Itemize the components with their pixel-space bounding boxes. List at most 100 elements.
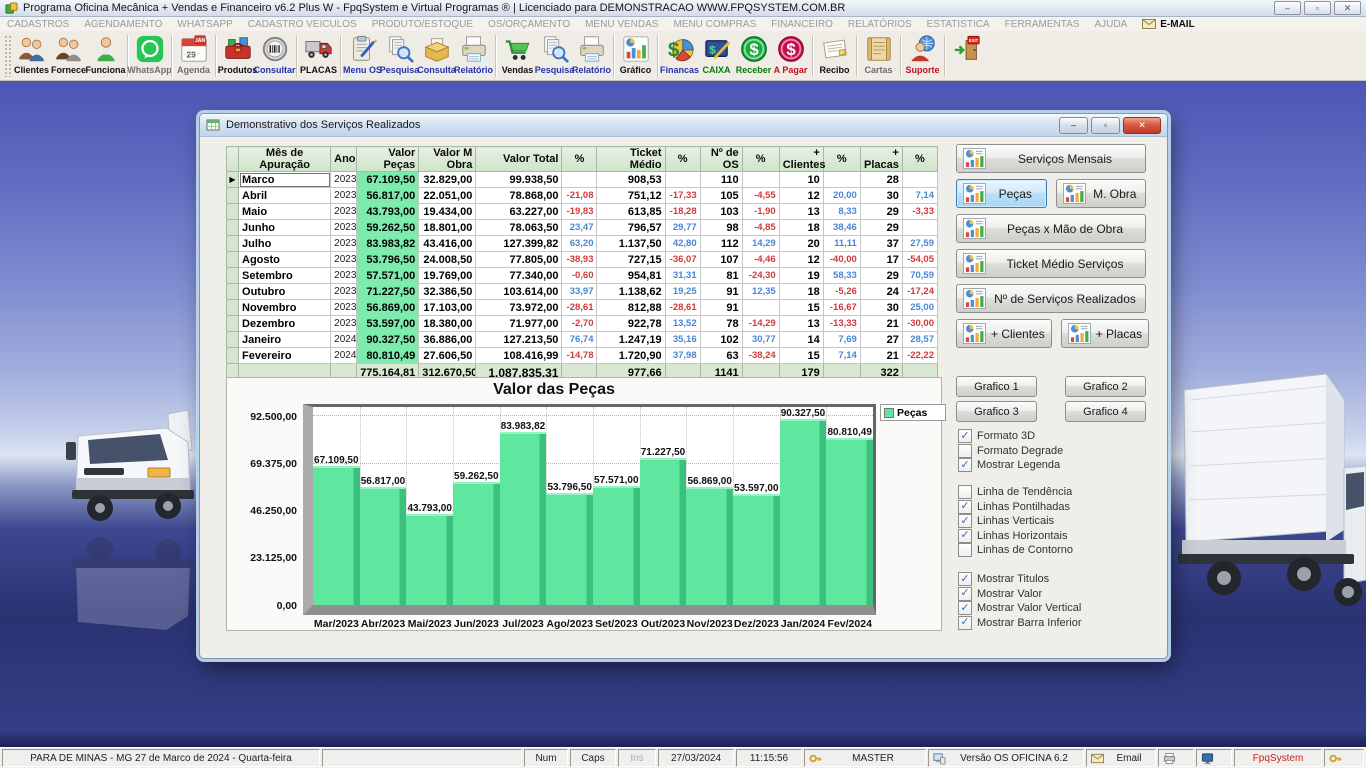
checkbox-box[interactable]: ✓: [958, 499, 972, 514]
table-row[interactable]: Setembro 2023 57.571,00 19.769,00 77.340,00-…: [225, 267, 939, 284]
table-cell[interactable]: [664, 171, 701, 188]
table-cell[interactable]: 18.380,00: [418, 315, 477, 332]
table-cell[interactable]: 108.416,99: [475, 347, 563, 364]
table-cell[interactable]: 56.817,00: [356, 187, 420, 204]
table-cell[interactable]: -5,26: [822, 283, 861, 300]
table-cell[interactable]: 110: [699, 171, 743, 188]
menu-produto-estoque[interactable]: PRODUTO/ESTOQUE: [372, 19, 473, 30]
table-row[interactable]: Maio 2023 43.793,00 19.434,00 63.227,00 -19,8…: [225, 203, 939, 220]
table-cell[interactable]: 63.227,00: [475, 203, 563, 220]
view-button-placas[interactable]: + Placas: [1060, 319, 1150, 348]
table-cell[interactable]: -54,05: [901, 251, 939, 268]
table-row[interactable]: Abril 2023 56.817,00 22.051,00 78.868,00 -21,…: [225, 187, 939, 204]
table-cell[interactable]: 43.793,00: [356, 203, 420, 220]
menu-email[interactable]: E-MAIL: [1142, 19, 1195, 30]
table-cell[interactable]: 78: [699, 315, 743, 332]
table-cell[interactable]: 8,33: [822, 203, 861, 220]
checkbox-box[interactable]: ✓: [958, 429, 972, 444]
row-selector[interactable]: [225, 203, 240, 220]
table-cell[interactable]: 103: [699, 203, 743, 220]
menu-menu-compras[interactable]: MENU COMPRAS: [673, 19, 756, 30]
suporte-button[interactable]: Suporte: [904, 32, 941, 80]
table-cell[interactable]: Janeiro: [238, 331, 332, 348]
table-cell[interactable]: -13,33: [822, 315, 861, 332]
table-cell[interactable]: -14,78: [561, 347, 598, 364]
table-cell[interactable]: 2023: [330, 187, 358, 204]
table-row[interactable]: Fevereiro 2024 80.810,49 27.606,50 108.416,9…: [225, 347, 939, 364]
menu-cadastro-veiculos[interactable]: CADASTRO VEICULOS: [248, 19, 357, 30]
row-selector[interactable]: ▶: [225, 171, 240, 188]
table-cell[interactable]: 53.796,50: [356, 251, 420, 268]
table-cell[interactable]: 2023: [330, 251, 358, 268]
table-cell[interactable]: 28: [859, 171, 903, 188]
table-cell[interactable]: -16,67: [822, 299, 861, 316]
table-cell[interactable]: [741, 299, 780, 316]
table-cell[interactable]: 2023: [330, 235, 358, 252]
table-cell[interactable]: 15: [778, 347, 824, 364]
table-row[interactable]: Janeiro 2024 90.327,50 36.886,00 127.213,50 7…: [225, 331, 939, 348]
table-cell[interactable]: -17,24: [901, 283, 939, 300]
table-cell[interactable]: 613,85: [596, 203, 666, 220]
menu-cadastros[interactable]: CADASTROS: [7, 19, 69, 30]
table-cell[interactable]: 42,80: [664, 235, 701, 252]
table-cell[interactable]: 727,15: [596, 251, 666, 268]
table-cell[interactable]: Fevereiro: [238, 347, 332, 364]
table-cell[interactable]: 98: [699, 219, 743, 236]
table-cell[interactable]: 2023: [330, 283, 358, 300]
checkbox-linhas-pontilhadas[interactable]: ✓ Linhas Pontilhadas: [958, 499, 1158, 515]
table-cell[interactable]: 922,78: [596, 315, 666, 332]
table-cell[interactable]: 10: [778, 171, 824, 188]
row-selector[interactable]: [225, 331, 240, 348]
table-cell[interactable]: -28,61: [561, 299, 598, 316]
table-cell[interactable]: -28,61: [664, 299, 701, 316]
table-cell[interactable]: [901, 171, 939, 188]
checkbox-mostrar-titulos[interactable]: ✓ Mostrar Titulos: [958, 572, 1158, 587]
table-cell[interactable]: 29,77: [664, 219, 701, 236]
table-cell[interactable]: 12: [778, 187, 824, 204]
row-selector[interactable]: [225, 219, 240, 236]
table-cell[interactable]: 33,97: [561, 283, 598, 300]
table-cell[interactable]: 71.227,50: [356, 283, 420, 300]
checkbox-linhas-verticais[interactable]: ✓ Linhas Verticais: [958, 514, 1158, 529]
table-cell[interactable]: 13,52: [664, 315, 701, 332]
table-cell[interactable]: 19.769,00: [418, 267, 477, 284]
table-cell[interactable]: 36.886,00: [418, 331, 477, 348]
table-cell[interactable]: -40,00: [822, 251, 861, 268]
table-cell[interactable]: 77.805,00: [475, 251, 563, 268]
table-cell[interactable]: Outubro: [238, 283, 332, 300]
checkbox-linhas-de-contorno[interactable]: Linhas de Contorno: [958, 543, 1158, 558]
table-cell[interactable]: 24: [859, 283, 903, 300]
consultar-button[interactable]: Consultar: [254, 32, 296, 80]
table-cell[interactable]: 17: [859, 251, 903, 268]
menu-ajuda[interactable]: AJUDA: [1094, 19, 1127, 30]
table-cell[interactable]: Maio: [238, 203, 332, 220]
table-cell[interactable]: 2023: [330, 219, 358, 236]
table-row[interactable]: Dezembro 2023 53.597,00 18.380,00 71.977,00-…: [225, 315, 939, 332]
table-cell[interactable]: -4,55: [741, 187, 780, 204]
table-row[interactable]: Outubro 2023 71.227,50 32.386,50 103.614,00 3…: [225, 283, 939, 300]
checkbox-box[interactable]: [958, 443, 972, 458]
view-button-ticket-me-dio-servic-os[interactable]: Ticket Médio Serviços: [956, 249, 1146, 278]
checkbox-mostrar-valor-vertical[interactable]: ✓ Mostrar Valor Vertical: [958, 601, 1158, 616]
table-cell[interactable]: 57.571,00: [356, 267, 420, 284]
table-cell[interactable]: 78.063,50: [475, 219, 563, 236]
table-cell[interactable]: 2023: [330, 203, 358, 220]
table-cell[interactable]: 1.247,19: [596, 331, 666, 348]
checkbox-box[interactable]: [958, 485, 972, 500]
table-cell[interactable]: Setembro: [238, 267, 332, 284]
table-cell[interactable]: 17.103,00: [418, 299, 477, 316]
table-cell[interactable]: Junho: [238, 219, 332, 236]
relatorio-os-button[interactable]: Relatório: [454, 32, 493, 80]
table-cell[interactable]: 30: [859, 187, 903, 204]
table-cell[interactable]: 91: [699, 299, 743, 316]
table-cell[interactable]: 58,33: [822, 267, 861, 284]
view-button-clientes[interactable]: + Clientes: [956, 319, 1052, 348]
checkbox-box[interactable]: ✓: [958, 528, 972, 543]
menu-menu-vendas[interactable]: MENU VENDAS: [585, 19, 658, 30]
table-cell[interactable]: -0,60: [561, 267, 598, 284]
view-button-pec-as[interactable]: Peças: [956, 179, 1047, 208]
button-grafico-1[interactable]: Grafico 1: [956, 376, 1037, 397]
cartas-button[interactable]: Cartas: [860, 32, 897, 80]
row-selector[interactable]: [225, 283, 240, 300]
table-row[interactable]: Julho 2023 83.983,82 43.416,00 127.399,82 63,…: [225, 235, 939, 252]
